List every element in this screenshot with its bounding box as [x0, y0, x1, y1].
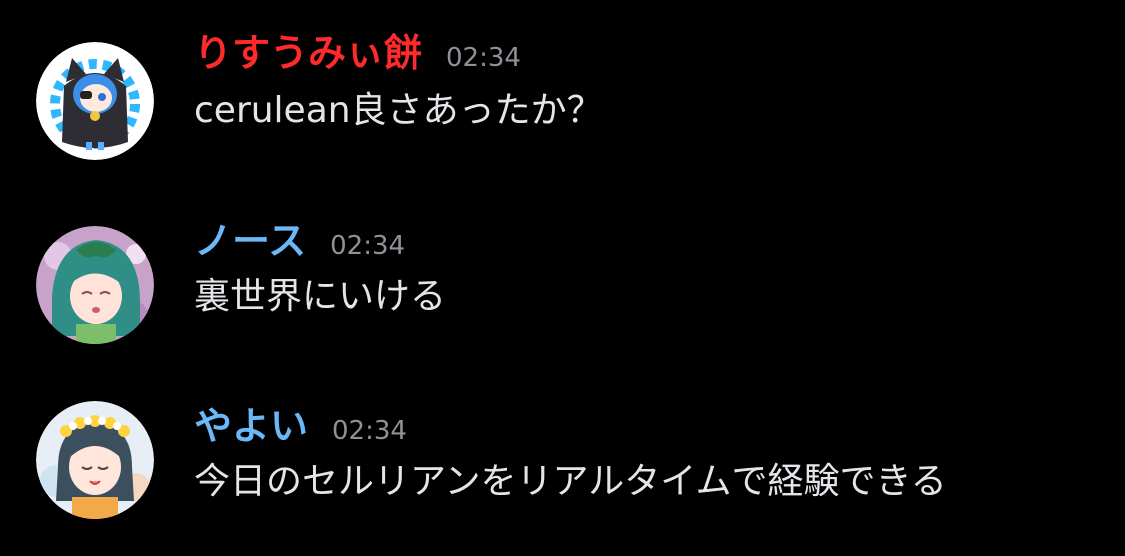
username[interactable]: ノース	[194, 216, 306, 266]
message-header: りすうみぃ餅 02:34	[194, 28, 521, 78]
chat-log: りすうみぃ餅 02:34 cerulean良さあったか？ ノース 02:34 裏…	[0, 0, 1125, 556]
avatar-flower-crown-icon	[36, 401, 154, 519]
user-avatar[interactable]	[36, 401, 154, 519]
user-avatar[interactable]	[36, 226, 154, 344]
message-text: 今日のセルリアンをリアルタイムで経験できる	[194, 461, 947, 502]
message-header: やよい 02:34	[194, 401, 407, 451]
username[interactable]: りすうみぃ餅	[194, 28, 422, 78]
timestamp: 02:34	[446, 43, 521, 73]
username[interactable]: やよい	[194, 401, 308, 451]
user-avatar[interactable]	[36, 42, 154, 160]
message-text: cerulean良さあったか？	[194, 90, 603, 131]
avatar-green-hair-icon	[36, 226, 154, 344]
timestamp: 02:34	[332, 416, 407, 446]
avatar-cat-hood-icon	[36, 42, 154, 160]
chat-message: やよい 02:34 今日のセルリアンをリアルタイムで経験できる	[0, 393, 1125, 533]
message-text: 裏世界にいける	[194, 276, 447, 317]
chat-message: ノース 02:34 裏世界にいける	[0, 208, 1125, 348]
timestamp: 02:34	[330, 231, 406, 261]
message-header: ノース 02:34	[194, 216, 405, 266]
chat-message: りすうみぃ餅 02:34 cerulean良さあったか？	[0, 20, 1125, 160]
